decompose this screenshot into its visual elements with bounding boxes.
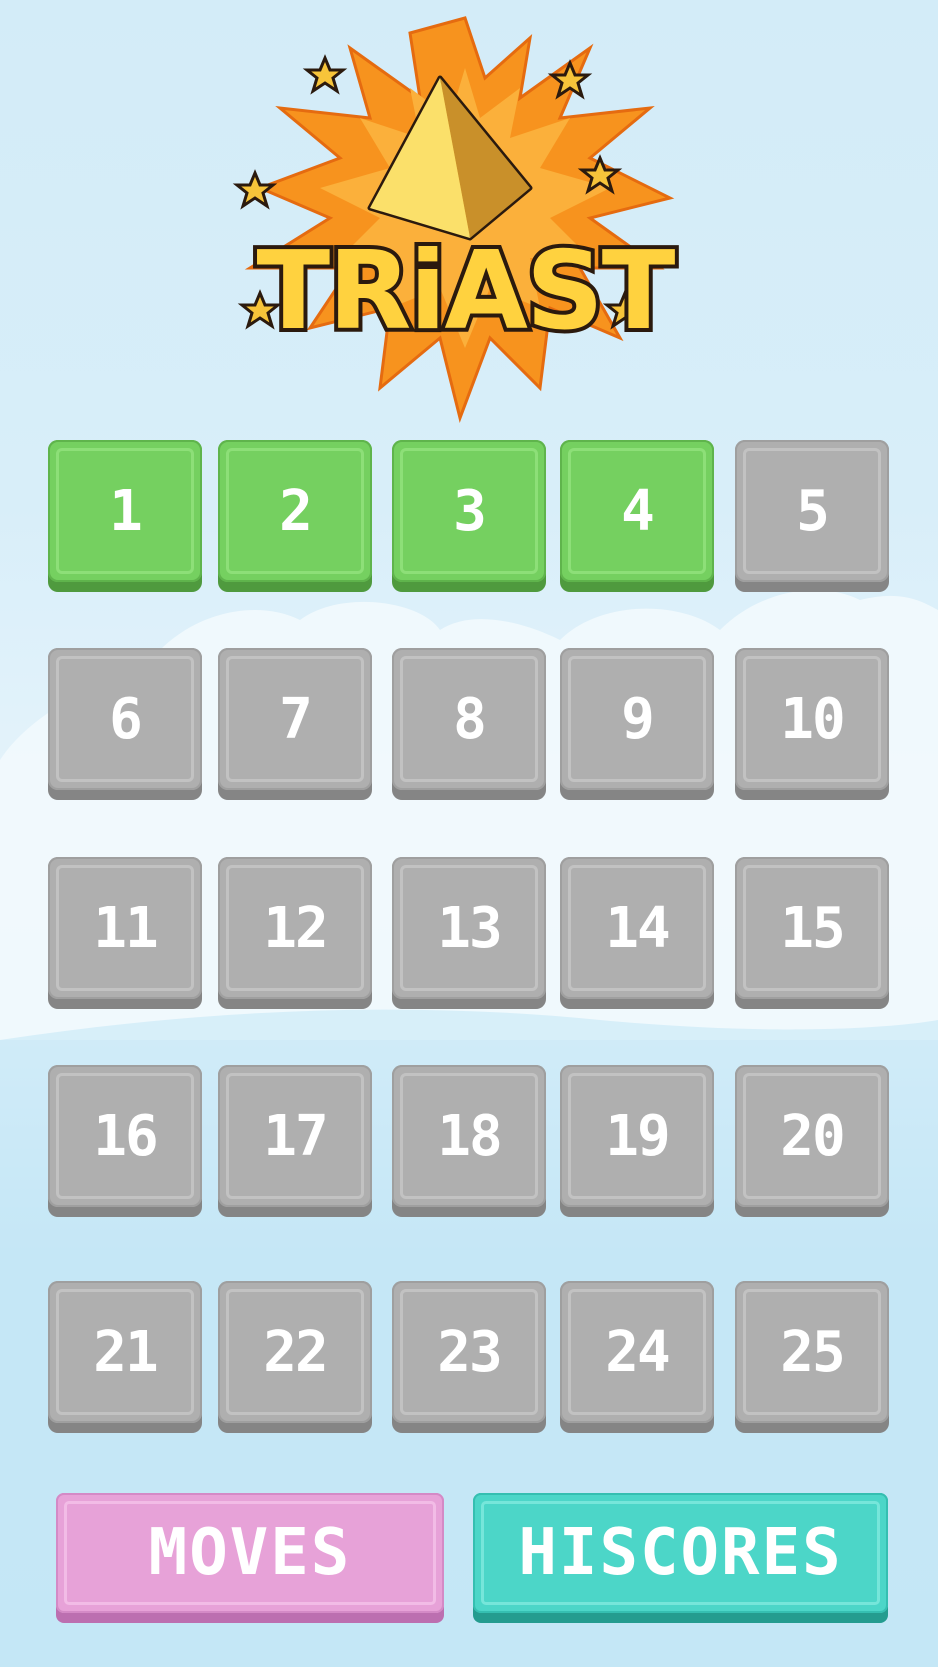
level-number: 3 — [453, 478, 487, 544]
level-number: 18 — [437, 1103, 502, 1169]
level-number: 23 — [437, 1319, 502, 1385]
level-number: 11 — [93, 895, 158, 961]
level-button-7[interactable]: 7 — [218, 648, 372, 800]
level-button-1[interactable]: 1 — [48, 440, 202, 592]
hiscores-button[interactable]: HISCORES — [473, 1493, 888, 1623]
level-number: 14 — [605, 895, 670, 961]
level-number: 8 — [453, 686, 487, 752]
level-button-25[interactable]: 25 — [735, 1281, 889, 1433]
level-number: 19 — [605, 1103, 670, 1169]
level-button-20[interactable]: 20 — [735, 1065, 889, 1217]
level-button-19[interactable]: 19 — [560, 1065, 714, 1217]
moves-button[interactable]: MOVES — [56, 1493, 444, 1623]
level-button-24[interactable]: 24 — [560, 1281, 714, 1433]
level-number: 10 — [780, 686, 845, 752]
level-button-18[interactable]: 18 — [392, 1065, 546, 1217]
level-number: 12 — [263, 895, 328, 961]
level-number: 20 — [780, 1103, 845, 1169]
level-button-3[interactable]: 3 — [392, 440, 546, 592]
level-button-16[interactable]: 16 — [48, 1065, 202, 1217]
level-number: 17 — [263, 1103, 328, 1169]
game-title: TRiAST — [257, 229, 676, 354]
level-button-4[interactable]: 4 — [560, 440, 714, 592]
level-button-2[interactable]: 2 — [218, 440, 372, 592]
hiscores-button-label: HISCORES — [518, 1516, 843, 1590]
level-button-6[interactable]: 6 — [48, 648, 202, 800]
level-button-8[interactable]: 8 — [392, 648, 546, 800]
level-number: 7 — [279, 686, 313, 752]
level-button-13[interactable]: 13 — [392, 857, 546, 1009]
level-number: 2 — [279, 478, 313, 544]
level-number: 16 — [93, 1103, 158, 1169]
level-button-12[interactable]: 12 — [218, 857, 372, 1009]
level-number: 15 — [780, 895, 845, 961]
level-button-11[interactable]: 11 — [48, 857, 202, 1009]
level-button-9[interactable]: 9 — [560, 648, 714, 800]
level-number: 9 — [621, 686, 655, 752]
level-number: 24 — [605, 1319, 670, 1385]
level-number: 4 — [621, 478, 655, 544]
level-number: 21 — [93, 1319, 158, 1385]
triast-logo: TRiAST — [232, 16, 682, 424]
level-button-15[interactable]: 15 — [735, 857, 889, 1009]
level-button-10[interactable]: 10 — [735, 648, 889, 800]
level-number: 13 — [437, 895, 502, 961]
level-button-5[interactable]: 5 — [735, 440, 889, 592]
level-button-23[interactable]: 23 — [392, 1281, 546, 1433]
moves-button-label: MOVES — [148, 1516, 352, 1590]
level-button-17[interactable]: 17 — [218, 1065, 372, 1217]
level-button-22[interactable]: 22 — [218, 1281, 372, 1433]
level-button-14[interactable]: 14 — [560, 857, 714, 1009]
level-number: 25 — [780, 1319, 845, 1385]
level-number: 1 — [109, 478, 143, 544]
level-number: 6 — [109, 686, 143, 752]
level-number: 5 — [796, 478, 830, 544]
level-number: 22 — [263, 1319, 328, 1385]
level-button-21[interactable]: 21 — [48, 1281, 202, 1433]
